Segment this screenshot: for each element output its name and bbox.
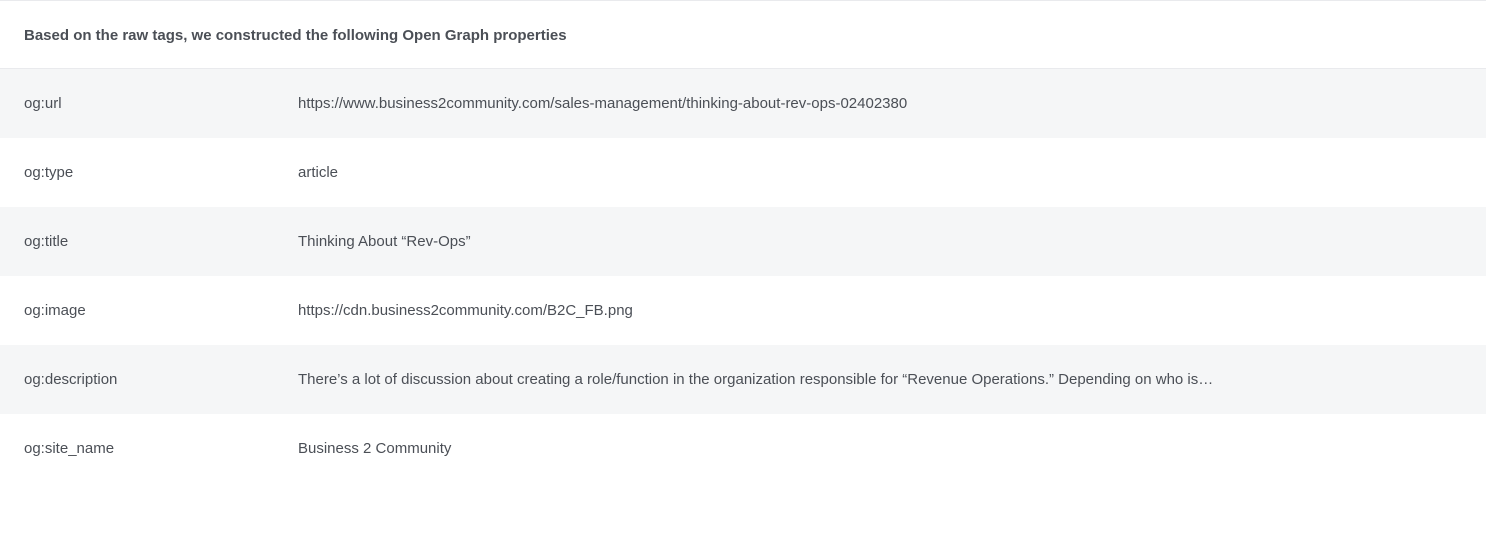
property-key: og:image [24, 300, 298, 321]
property-value: There’s a lot of discussion about creati… [298, 369, 1462, 390]
table-row: og:site_name Business 2 Community [0, 414, 1486, 483]
property-key: og:url [24, 93, 298, 114]
table-row: og:type article [0, 138, 1486, 207]
property-value: Business 2 Community [298, 438, 1462, 459]
table-row: og:image https://cdn.business2community.… [0, 276, 1486, 345]
property-value: Thinking About “Rev-Ops” [298, 231, 1462, 252]
property-key: og:description [24, 369, 298, 390]
property-value: https://www.business2community.com/sales… [298, 93, 1462, 114]
open-graph-properties-panel: Based on the raw tags, we constructed th… [0, 0, 1486, 483]
table-row: og:description There’s a lot of discussi… [0, 345, 1486, 414]
panel-header: Based on the raw tags, we constructed th… [0, 1, 1486, 69]
property-value: article [298, 162, 1462, 183]
panel-title: Based on the raw tags, we constructed th… [24, 25, 1462, 46]
table-row: og:url https://www.business2community.co… [0, 69, 1486, 138]
properties-table: og:url https://www.business2community.co… [0, 69, 1486, 483]
property-key: og:site_name [24, 438, 298, 459]
table-row: og:title Thinking About “Rev-Ops” [0, 207, 1486, 276]
property-key: og:type [24, 162, 298, 183]
property-key: og:title [24, 231, 298, 252]
property-value: https://cdn.business2community.com/B2C_F… [298, 300, 1462, 321]
